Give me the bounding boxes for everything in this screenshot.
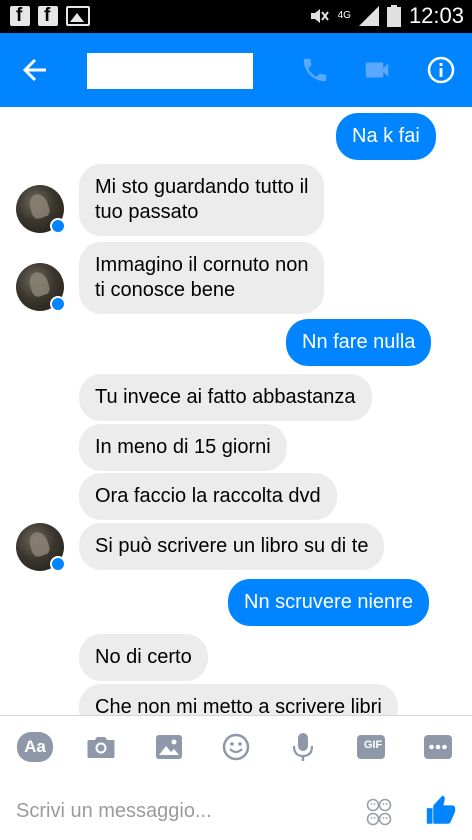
- mute-icon: [310, 9, 329, 23]
- composer: Aa GIF Scrivi un messaggio...: [0, 715, 472, 840]
- battery-icon: [386, 5, 401, 27]
- facebook-notification-icon: [38, 5, 58, 27]
- image-icon: [156, 735, 182, 759]
- message-bubble-incoming[interactable]: In meno di 15 giorni: [79, 424, 287, 471]
- voice-message-button[interactable]: [286, 730, 320, 764]
- arrow-left-icon: [22, 58, 46, 82]
- text-format-icon: Aa: [24, 737, 46, 756]
- more-icon: [424, 735, 452, 759]
- message-bubble-incoming[interactable]: Mi sto guardando tutto il tuo passato: [79, 164, 325, 236]
- messenger-badge-icon: [50, 218, 66, 234]
- thumbs-up-icon: [426, 795, 456, 824]
- text-format-button[interactable]: Aa: [17, 732, 53, 762]
- camera-button[interactable]: [84, 730, 118, 764]
- network-type: 4G: [337, 10, 351, 21]
- message-bubble-incoming[interactable]: Che non mi metto a scrivere libri: [79, 684, 398, 715]
- conversation-header: [0, 33, 472, 107]
- camera-icon: [87, 737, 115, 758]
- facebook-notification-icon: [10, 5, 30, 27]
- status-bar: 4G 12:03: [0, 0, 472, 33]
- gallery-button[interactable]: [152, 730, 186, 764]
- input-row: [0, 788, 472, 834]
- message-bubble-outgoing[interactable]: Na k fai: [336, 113, 436, 160]
- like-button[interactable]: [424, 794, 458, 828]
- message-bubble-incoming[interactable]: Tu invece ai fatto abbastanza: [79, 374, 372, 421]
- message-bubble-incoming[interactable]: No di certo: [79, 634, 208, 681]
- message-bubble-outgoing[interactable]: Nn scruvere nienre: [228, 579, 429, 626]
- gif-label: GIF: [363, 739, 383, 751]
- system-indicators: 4G 12:03: [308, 3, 464, 29]
- message-bubble-outgoing[interactable]: Nn fare nulla: [286, 319, 432, 366]
- signal-icon: [358, 6, 379, 26]
- sticker-icon: [366, 798, 392, 826]
- messenger-badge-icon: [50, 556, 66, 572]
- info-icon: [427, 56, 455, 84]
- notification-icons: [10, 5, 90, 27]
- message-bubble-incoming[interactable]: Immagino il cornuto non ti conosce bene: [79, 242, 325, 314]
- sticker-button[interactable]: [366, 798, 392, 826]
- message-bubble-incoming[interactable]: Ora faccio la raccolta dvd: [79, 473, 337, 520]
- back-button[interactable]: [20, 55, 52, 85]
- composer-toolbar: Aa GIF: [0, 730, 472, 764]
- clock: 12:03: [408, 3, 464, 28]
- call-button[interactable]: [300, 55, 330, 85]
- emoji-icon: [222, 733, 250, 761]
- message-bubble-incoming[interactable]: Si può scrivere un libro su di te: [79, 523, 385, 570]
- gallery-notification-icon: [66, 6, 90, 26]
- contact-name[interactable]: [87, 53, 253, 89]
- message-input[interactable]: [16, 796, 346, 826]
- info-button[interactable]: [426, 55, 456, 85]
- video-call-button[interactable]: [362, 55, 392, 85]
- avatar[interactable]: [16, 263, 66, 312]
- phone-icon: [303, 58, 327, 82]
- more-button[interactable]: [421, 730, 455, 764]
- avatar[interactable]: [16, 185, 66, 234]
- message-list[interactable]: Na k fai Mi sto guardando tutto il tuo p…: [0, 107, 472, 715]
- microphone-icon: [292, 733, 314, 761]
- emoji-button[interactable]: [219, 730, 253, 764]
- gif-button[interactable]: GIF: [354, 730, 388, 764]
- messenger-badge-icon: [50, 296, 66, 312]
- video-camera-icon: [365, 62, 389, 78]
- avatar[interactable]: [16, 523, 66, 572]
